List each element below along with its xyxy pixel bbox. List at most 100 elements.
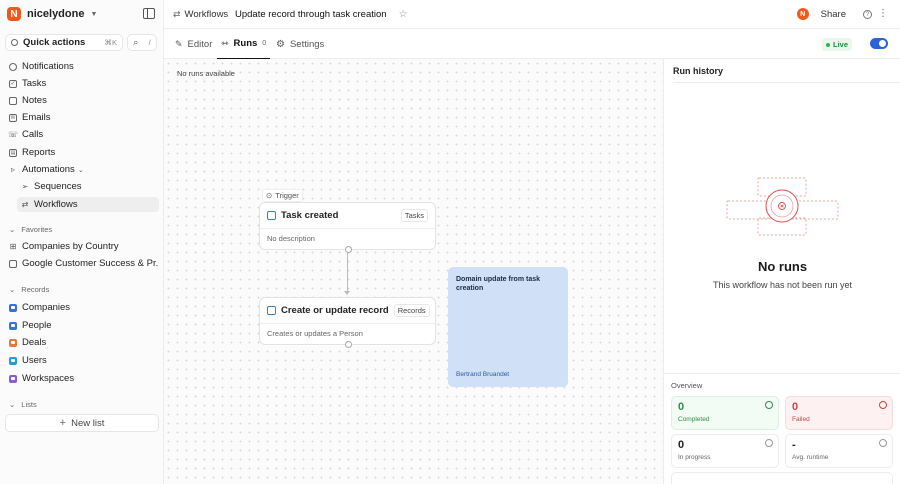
node-tag: Records bbox=[393, 304, 430, 317]
favorites-header-label: Favorites bbox=[21, 224, 53, 234]
sidebar-item-sequences[interactable]: ➢ Sequences bbox=[17, 179, 159, 194]
note-icon bbox=[9, 96, 17, 105]
chevron-down-icon: ▼ bbox=[90, 10, 98, 18]
stat-value: 0 bbox=[678, 439, 685, 451]
stat-avg-runtime: - Avg. runtime bbox=[785, 434, 893, 468]
workspace-logo: N bbox=[7, 7, 21, 21]
chevron-down-icon: ⌄ bbox=[77, 166, 84, 174]
no-runs-message: No runs available bbox=[177, 69, 235, 78]
note-author: Bertrand Bruandet bbox=[456, 371, 510, 378]
stat-label: In progress bbox=[678, 454, 711, 461]
clock-icon bbox=[879, 439, 887, 447]
pencil-icon: ✎ bbox=[175, 38, 183, 49]
node-header: Task created Tasks bbox=[260, 203, 435, 229]
tab-settings[interactable]: ⚙ Settings bbox=[276, 29, 324, 59]
share-label: Share bbox=[820, 8, 846, 20]
quick-actions-button[interactable]: Quick actions ⌘K bbox=[5, 34, 123, 51]
breadcrumb-parent[interactable]: Workflows bbox=[185, 9, 229, 20]
record-item-label: Users bbox=[22, 355, 47, 366]
output-port[interactable] bbox=[345, 341, 352, 348]
send-icon: ➢ bbox=[21, 182, 29, 191]
mail-icon: ✉ bbox=[9, 113, 17, 122]
star-icon[interactable]: ☆ bbox=[399, 9, 408, 20]
search-shortcut: / bbox=[148, 38, 151, 47]
sidebar-item-automations[interactable]: ▹ Automations ⌄ bbox=[5, 162, 159, 177]
record-item-label: Deals bbox=[22, 337, 47, 348]
lists-header-label: Lists bbox=[21, 399, 37, 409]
chevron-down-icon: ⌄ bbox=[9, 399, 16, 409]
workflow-icon: ⇄ bbox=[21, 200, 29, 209]
new-list-label: New list bbox=[71, 417, 105, 429]
stat-value: - bbox=[792, 439, 796, 451]
sidebar-item-workflows[interactable]: ⇄ Workflows bbox=[17, 197, 159, 212]
more-options-icon[interactable]: ⋮ bbox=[878, 7, 888, 21]
status-label: Live bbox=[832, 40, 848, 49]
record-item-people[interactable]: People bbox=[5, 318, 159, 333]
workspaces-icon bbox=[9, 374, 17, 383]
favorites-section-header[interactable]: ⌄ Favorites bbox=[9, 223, 52, 235]
runs-count-badge: 0 bbox=[262, 40, 267, 47]
help-icon[interactable]: ? bbox=[863, 10, 872, 19]
quick-actions-shortcut: ⌘K bbox=[104, 38, 117, 47]
sidebar-item-emails[interactable]: ✉ Emails bbox=[5, 110, 159, 125]
task-icon bbox=[267, 211, 276, 220]
divider bbox=[664, 373, 900, 374]
share-button[interactable]: N Share bbox=[796, 8, 846, 20]
record-item-users[interactable]: Users bbox=[5, 353, 159, 368]
tab-label: Editor bbox=[187, 38, 213, 50]
sidebar-item-label: Emails bbox=[22, 112, 51, 123]
sidebar-toggle-icon[interactable] bbox=[143, 8, 155, 19]
bolt-icon: ▹ bbox=[10, 165, 15, 174]
panel-title: Run history bbox=[673, 59, 900, 83]
output-port[interactable] bbox=[345, 246, 352, 253]
sidebar-item-reports[interactable]: ▤ Reports bbox=[5, 145, 159, 160]
deals-icon bbox=[9, 338, 17, 347]
records-header-label: Records bbox=[21, 284, 50, 294]
tabs-bar: ✎ Editor ⇿ Runs 0 ⚙ Settings Live bbox=[164, 29, 900, 59]
record-item-label: Companies bbox=[22, 302, 71, 313]
search-icon: ⌕ bbox=[133, 37, 139, 47]
sticky-note[interactable]: Domain update from task creation Bertran… bbox=[448, 267, 568, 387]
workflow-icon: ⇄ bbox=[173, 9, 181, 19]
trigger-node[interactable]: Task created Tasks No description bbox=[259, 202, 436, 253]
tab-editor[interactable]: ✎ Editor bbox=[175, 29, 212, 59]
stat-label: Avg. runtime bbox=[792, 454, 829, 461]
plus-icon: + bbox=[59, 417, 67, 429]
sidebar-item-notifications[interactable]: Notifications bbox=[5, 59, 159, 74]
action-node[interactable]: Create or update record Records Creates … bbox=[259, 297, 436, 348]
top-bar: ⇄ Workflows Update record through task c… bbox=[164, 0, 900, 29]
record-item-companies[interactable]: Companies bbox=[5, 300, 159, 315]
stat-completed: 0 Completed bbox=[671, 396, 779, 430]
tab-label: Settings bbox=[289, 38, 325, 50]
workspace-switcher[interactable]: N nicelydone ▼ bbox=[7, 6, 97, 22]
workflow-canvas[interactable]: No runs available ⊙ Trigger Task created… bbox=[164, 59, 663, 484]
checkbox-icon: ✓ bbox=[9, 79, 17, 88]
lists-section-header[interactable]: ⌄ Lists bbox=[9, 398, 37, 410]
empty-state-title: No runs bbox=[757, 259, 808, 274]
sidebar-item-tasks[interactable]: ✓ Tasks bbox=[5, 76, 159, 91]
node-tag: Tasks bbox=[400, 209, 428, 222]
tab-label: Runs bbox=[233, 38, 258, 49]
stat-failed: 0 Failed bbox=[785, 396, 893, 430]
record-item-deals[interactable]: Deals bbox=[5, 335, 159, 350]
sidebar-item-notes[interactable]: Notes bbox=[5, 93, 159, 108]
empty-state-subtitle: This workflow has not been run yet bbox=[712, 280, 853, 290]
bell-icon bbox=[9, 62, 17, 71]
new-list-button[interactable]: + New list bbox=[5, 414, 159, 432]
stat-in-progress: 0 In progress bbox=[671, 434, 779, 468]
node-title: Task created bbox=[281, 210, 339, 221]
record-item-workspaces[interactable]: Workspaces bbox=[5, 371, 159, 386]
sidebar: N nicelydone ▼ Quick actions ⌘K ⌕ / Noti… bbox=[0, 0, 164, 484]
people-icon bbox=[9, 321, 17, 330]
live-toggle[interactable] bbox=[870, 38, 888, 49]
records-section-header[interactable]: ⌄ Records bbox=[9, 283, 49, 295]
tab-runs[interactable]: ⇿ Runs 0 bbox=[217, 29, 271, 59]
sidebar-item-label: Notifications bbox=[22, 61, 74, 72]
favorite-item[interactable]: Google Customer Success & Pr... bbox=[5, 256, 159, 271]
breadcrumb-current[interactable]: Update record through task creation bbox=[235, 9, 387, 20]
node-title: Create or update record bbox=[281, 305, 389, 316]
sidebar-item-calls[interactable]: ☏ Calls bbox=[5, 127, 159, 142]
favorite-item[interactable]: ⊞ Companies by Country bbox=[5, 239, 159, 254]
search-button[interactable]: ⌕ / bbox=[127, 34, 157, 51]
stat-card-partial bbox=[671, 472, 893, 484]
